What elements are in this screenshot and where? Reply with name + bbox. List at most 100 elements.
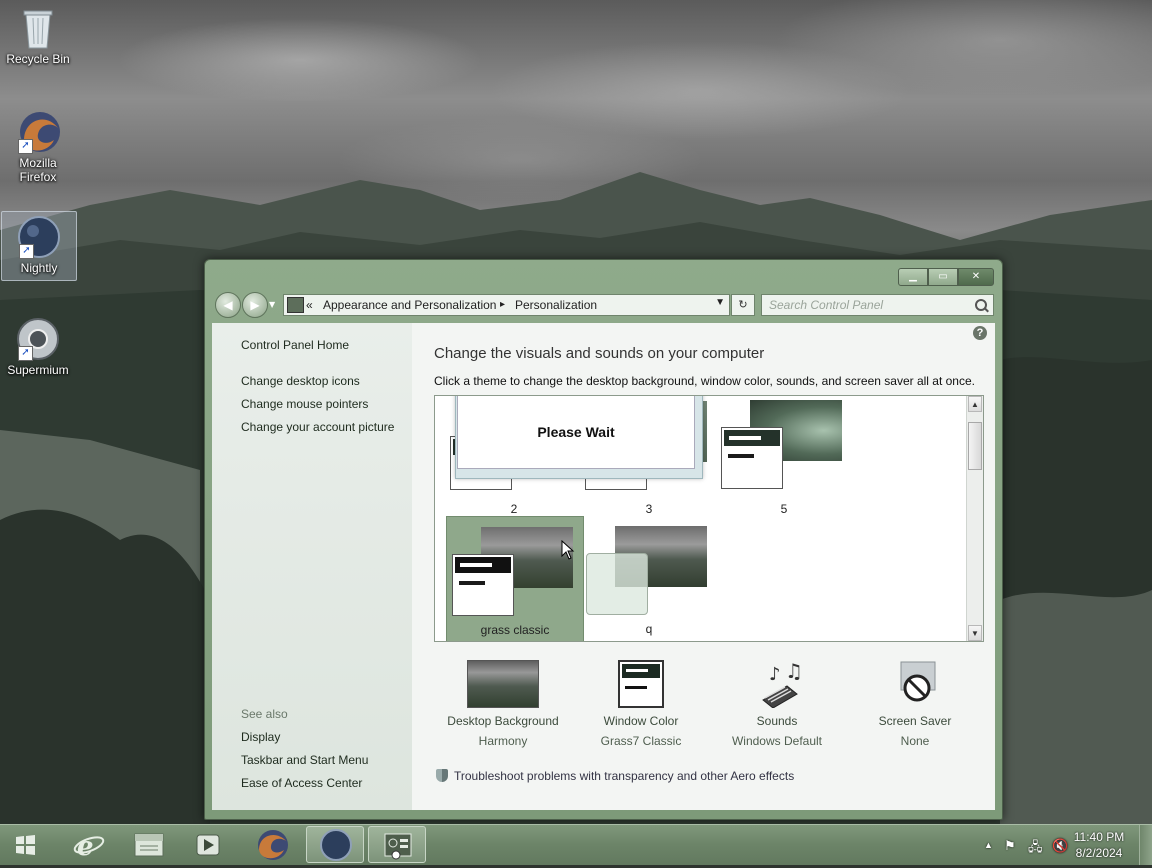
breadcrumb-personalization[interactable]: Personalization	[515, 298, 597, 312]
theme-label: 5	[780, 502, 788, 516]
breadcrumb-separator[interactable]: ▸	[500, 299, 505, 310]
desktop-background-title: Desktop Background	[447, 714, 559, 728]
theme-item-q[interactable]: q	[581, 516, 717, 641]
internet-explorer-icon: e	[73, 832, 105, 862]
theme-list-scrollbar[interactable]: ▲ ▼	[966, 396, 983, 641]
breadcrumb-chevron[interactable]: «	[306, 298, 313, 312]
theme-window-color-preview	[721, 427, 783, 489]
taskbar-nightly[interactable]	[306, 826, 364, 863]
please-wait-dialog: Please Wait	[455, 396, 703, 479]
theme-item-5[interactable]: 5	[716, 396, 852, 521]
maximize-button[interactable]: ▭	[928, 268, 958, 286]
network-icon[interactable]: 🖧	[1028, 838, 1043, 860]
sounds-title: Sounds	[756, 714, 798, 728]
display-link[interactable]: Display	[241, 730, 280, 744]
back-button[interactable]: ◀	[215, 292, 241, 318]
mouse-cursor-icon	[561, 540, 575, 560]
taskbar-control-panel[interactable]	[368, 826, 426, 863]
troubleshoot-link[interactable]: Troubleshoot problems with transparency …	[436, 769, 794, 783]
taskbar-file-explorer[interactable]	[120, 826, 178, 863]
show-hidden-icons-button[interactable]: ▲	[984, 840, 993, 850]
address-bar[interactable]: « Appearance and Personalization ▸ Perso…	[283, 294, 730, 316]
breadcrumb-appearance[interactable]: Appearance and Personalization	[323, 298, 496, 312]
desktop-background-button[interactable]: Desktop Background Harmony	[438, 660, 568, 748]
window-color-button[interactable]: Window Color Grass7 Classic	[576, 660, 706, 748]
supermium-icon: ➚	[16, 317, 60, 361]
page-subtitle: Click a theme to change the desktop back…	[434, 374, 975, 388]
show-desktop-button[interactable]	[1139, 825, 1152, 865]
refresh-button[interactable]: ↻	[731, 294, 755, 316]
nightly-desktop-icon[interactable]: ➚ Nightly	[1, 211, 77, 281]
screen-saver-value: None	[900, 734, 930, 748]
address-dropdown-icon[interactable]: ▼	[715, 297, 725, 308]
desktop-background-icon	[467, 660, 539, 708]
shortcut-arrow-icon: ➚	[19, 244, 34, 259]
search-placeholder: Search Control Panel	[769, 298, 884, 312]
desktop-icon-label: Mozilla Firefox	[19, 156, 57, 184]
shortcut-arrow-icon: ➚	[18, 346, 33, 361]
taskbar: e ▲ ⚑ 🖧 🔇 11:40 PM 8/2/2024	[0, 824, 1152, 865]
back-arrow-icon: ◀	[223, 298, 233, 312]
windows-logo-icon	[16, 835, 35, 855]
theme-window-color-preview	[452, 554, 514, 616]
desktop-icon-label: Nightly	[20, 261, 58, 275]
theme-item-grass-classic[interactable]: grass classic	[446, 516, 584, 641]
taskbar-firefox[interactable]	[244, 826, 302, 863]
taskbar-start-menu-link[interactable]: Taskbar and Start Menu	[241, 753, 368, 767]
forward-button[interactable]: ▶	[242, 292, 268, 318]
nightly-icon	[320, 829, 352, 861]
search-icon[interactable]	[975, 299, 987, 311]
media-player-icon	[196, 834, 220, 856]
firefox-icon: ➚	[16, 110, 60, 154]
recent-pages-dropdown[interactable]: ▼	[269, 300, 275, 309]
scroll-up-button[interactable]: ▲	[968, 396, 982, 412]
scroll-thumb[interactable]	[968, 422, 982, 470]
screen-saver-icon	[879, 660, 951, 708]
forward-arrow-icon: ▶	[250, 298, 260, 312]
theme-label: 2	[510, 502, 518, 516]
window-color-value: Grass7 Classic	[600, 734, 682, 748]
clock-time: 11:40 PM	[1073, 830, 1125, 844]
clock[interactable]: 11:40 PM 8/2/2024	[1064, 829, 1134, 861]
change-mouse-pointers-link[interactable]: Change mouse pointers	[241, 397, 368, 411]
shield-icon	[436, 769, 448, 782]
window-controls: ▁ ▭ ✕	[898, 268, 994, 286]
theme-label: q	[645, 622, 653, 636]
change-desktop-icons-link[interactable]: Change desktop icons	[241, 374, 360, 388]
see-also-heading: See also	[241, 707, 288, 721]
svg-text:♫: ♫	[785, 660, 803, 683]
nightly-icon: ➚	[17, 215, 61, 259]
recycle-bin-desktop-icon[interactable]: Recycle Bin	[1, 6, 75, 66]
troubleshoot-text: Troubleshoot problems with transparency …	[454, 769, 795, 783]
scroll-down-button[interactable]: ▼	[968, 625, 982, 641]
theme-label: 3	[645, 502, 653, 516]
close-button[interactable]: ✕	[958, 268, 994, 286]
window-color-title: Window Color	[603, 714, 679, 728]
action-center-flag-icon[interactable]: ⚑	[1004, 838, 1016, 854]
firefox-icon	[258, 830, 288, 860]
sounds-value: Windows Default	[731, 734, 823, 748]
taskbar-media-player[interactable]	[180, 826, 238, 863]
window-color-icon	[605, 660, 677, 708]
change-account-picture-link[interactable]: Change your account picture	[241, 420, 394, 434]
theme-window-color-preview	[586, 553, 648, 615]
please-wait-text: Please Wait	[457, 396, 695, 469]
control-panel-icon	[287, 297, 304, 313]
taskbar-internet-explorer[interactable]: e	[60, 826, 118, 863]
sounds-button[interactable]: ♪ ♫ Sounds Windows Default	[712, 659, 842, 748]
control-panel-home-link[interactable]: Control Panel Home	[241, 338, 349, 352]
ease-of-access-link[interactable]: Ease of Access Center	[241, 776, 362, 790]
minimize-button[interactable]: ▁	[898, 268, 928, 286]
page-title: Change the visuals and sounds on your co…	[434, 345, 765, 362]
search-input[interactable]: Search Control Panel	[761, 294, 994, 316]
theme-label: grass classic	[480, 623, 550, 637]
help-button[interactable]: ?	[973, 326, 987, 340]
firefox-desktop-icon[interactable]: ➚ Mozilla Firefox	[1, 110, 75, 184]
sounds-icon: ♪ ♫	[741, 659, 813, 709]
supermium-desktop-icon[interactable]: ➚ Supermium	[1, 317, 75, 377]
screen-saver-button[interactable]: Screen Saver None	[850, 660, 980, 748]
navigation-bar: ◀ ▶ ▼ « Appearance and Personalization ▸…	[213, 291, 994, 319]
desktop-background-value: Harmony	[478, 734, 528, 748]
start-button[interactable]	[4, 827, 48, 863]
desktop-icon-label: Recycle Bin	[6, 52, 70, 66]
